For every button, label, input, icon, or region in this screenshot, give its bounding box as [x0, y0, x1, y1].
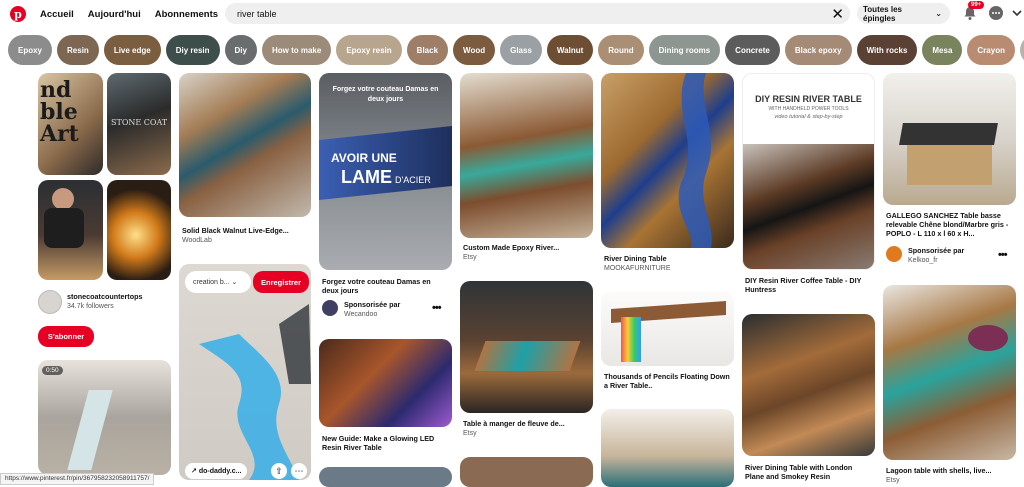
account-chevron-icon[interactable] — [1011, 5, 1023, 21]
pin-image-man-pouring[interactable] — [38, 180, 103, 280]
ad-big-text-2: LAME — [341, 167, 392, 187]
pin-title[interactable]: Forgez votre couteau Damas en deux jours — [322, 277, 448, 295]
pin-title[interactable]: DIY Resin River Coffee Table - DIY Huntr… — [745, 276, 873, 294]
pin-source[interactable]: Etsy — [463, 254, 477, 261]
notification-badge: 99+ — [968, 1, 985, 9]
sponsored-label: Sponsorisée par — [908, 246, 965, 255]
category-pill[interactable]: With rocks — [856, 35, 918, 65]
pin-image-lagoon-table[interactable] — [883, 285, 1016, 460]
category-pill[interactable]: Epoxy resin — [336, 35, 402, 65]
category-pill[interactable]: Concrete — [725, 35, 780, 65]
board-username[interactable]: stonecoatcountertops — [67, 292, 142, 301]
sponsor-name[interactable]: Kelkoo_fr — [908, 257, 938, 264]
pin-image-partial[interactable] — [460, 457, 593, 487]
share-icon[interactable]: ⇧ — [271, 463, 287, 479]
category-pill[interactable]: Walnut — [546, 35, 594, 65]
nav-home[interactable]: Accueil — [40, 9, 74, 20]
category-pill[interactable]: Crayon — [967, 35, 1015, 65]
ad-headline: Forgez votre couteau Damas en deux jours — [332, 86, 439, 103]
category-pill[interactable]: Epoxy — [8, 35, 53, 65]
category-pills: Epoxy Resin Live edge Diy resin Diy How to ma… — [8, 35, 1024, 65]
pin-overlay-sub: WITH HANDHELD POWER TOOLS — [768, 106, 849, 112]
avatar[interactable] — [38, 290, 62, 314]
pin-image-diy-resin-table[interactable]: DIY RESIN RIVER TABLE WITH HANDHELD POWE… — [742, 73, 875, 270]
pin-title[interactable]: GALLEGO SANCHEZ Table basse relevable Ch… — [886, 211, 1016, 238]
pin-image-led-table[interactable] — [319, 339, 452, 427]
more-options-icon[interactable]: ••• — [998, 249, 1008, 261]
pin-image-pencils-table[interactable] — [601, 291, 734, 366]
more-options-icon[interactable]: ⋯ — [291, 463, 307, 479]
category-pill[interactable]: Wood — [453, 35, 496, 65]
category-pill[interactable]: How to make — [261, 35, 332, 65]
pin-source[interactable]: Etsy — [463, 430, 477, 437]
search-bar[interactable]: ✕ — [225, 3, 850, 24]
pin-image-london-plane[interactable] — [742, 314, 875, 456]
pin-image-epoxy-river[interactable] — [460, 73, 593, 238]
chevron-down-icon: ⌄ — [935, 9, 942, 18]
search-scope-label: Toutes les épingles — [863, 4, 902, 23]
video-duration: 0:50 — [42, 366, 63, 375]
sponsor-name[interactable]: Wecandoo — [344, 311, 377, 318]
pin-overlay-sub2: video tutorial & step-by-step — [774, 114, 843, 120]
board-followers: 34.7k followers — [67, 303, 114, 310]
subscribe-button[interactable]: S'abonner — [38, 326, 94, 347]
nav-today[interactable]: Aujourd'hui — [88, 9, 141, 20]
messages-icon[interactable] — [988, 5, 1004, 21]
category-pill[interactable]: Resin — [57, 35, 99, 65]
pin-image-stone-coat[interactable]: STONE COAT — [107, 73, 171, 175]
category-pill[interactable]: Glass — [500, 35, 542, 65]
pin-source[interactable]: WoodLab — [182, 237, 212, 244]
pin-image-dining-room[interactable] — [460, 281, 593, 413]
status-url: https://www.pinterest.fr/pin/36795823205… — [0, 473, 155, 485]
river-shape — [678, 73, 712, 248]
category-pill[interactable]: Mesa — [922, 35, 963, 65]
ad-big-text-3: D'ACIER — [395, 175, 431, 185]
pin-title[interactable]: Thousands of Pencils Floating Down a Riv… — [604, 372, 732, 390]
pin-image-coffee-table[interactable] — [883, 73, 1016, 205]
pin-title[interactable]: Lagoon table with shells, live... — [886, 466, 1014, 475]
more-options-icon[interactable]: ••• — [432, 302, 442, 314]
pin-overlay-header: DIY RESIN RIVER TABLE — [755, 94, 862, 104]
category-pill[interactable]: Diy — [224, 35, 257, 65]
pin-title[interactable]: Table à manger de fleuve de... — [463, 419, 591, 428]
pin-link-chip[interactable]: ↗ do-daddy.c... — [185, 463, 248, 479]
pin-title[interactable]: Custom Made Epoxy River... — [463, 243, 591, 252]
sponsored-label: Sponsorisée par — [344, 300, 401, 309]
category-pill[interactable]: Diy resin — [165, 35, 220, 65]
pin-title[interactable]: New Guide: Make a Glowing LED Resin Rive… — [322, 434, 450, 452]
pin-image-walnut-table[interactable] — [179, 73, 311, 217]
pin-image-partial[interactable] — [319, 467, 452, 487]
pin-image-handmade-art[interactable]: nd ble Art — [38, 73, 103, 175]
pin-video-resin-table[interactable]: 0:50 — [38, 360, 171, 475]
pin-image-river-pour[interactable]: creation b... ⌄ Enregistrer ↗ do-daddy.c… — [179, 264, 311, 480]
category-pill[interactable]: Round — [598, 35, 644, 65]
pin-source[interactable]: MOOKAFURNITURE — [604, 265, 671, 272]
pinterest-logo-icon[interactable]: p — [10, 6, 26, 22]
clear-search-icon[interactable]: ✕ — [831, 5, 844, 23]
category-pill[interactable]: Live edge — [103, 35, 161, 65]
pin-link-text: do-daddy.c... — [198, 467, 242, 475]
resin-river-shape — [199, 304, 311, 480]
nav-following[interactable]: Abonnements — [155, 9, 218, 20]
category-pill[interactable]: Ideas — [1019, 35, 1024, 65]
ad-big-text-1: AVOIR UNE — [331, 151, 397, 165]
pin-image-damascus-knife[interactable]: Forgez votre couteau Damas en deux jours… — [319, 73, 452, 270]
pin-title[interactable]: Solid Black Walnut Live-Edge... — [182, 226, 310, 235]
category-pill[interactable]: Black — [406, 35, 449, 65]
search-input[interactable] — [237, 8, 797, 19]
pin-image-fire[interactable] — [107, 180, 171, 280]
category-pill[interactable]: Dining rooms — [648, 35, 721, 65]
sponsor-avatar[interactable] — [322, 300, 338, 316]
pin-image-river-dining[interactable] — [601, 73, 734, 248]
pin-title[interactable]: River Dining Table — [604, 254, 732, 263]
search-scope-dropdown[interactable]: Toutes les épingles ⌄ — [857, 3, 950, 24]
pin-image-living-room[interactable] — [601, 409, 734, 487]
pin-source[interactable]: Etsy — [886, 477, 900, 484]
sponsor-avatar[interactable] — [886, 246, 902, 262]
pin-title[interactable]: River Dining Table with London Plane and… — [745, 463, 873, 481]
category-pill[interactable]: Black epoxy — [784, 35, 852, 65]
